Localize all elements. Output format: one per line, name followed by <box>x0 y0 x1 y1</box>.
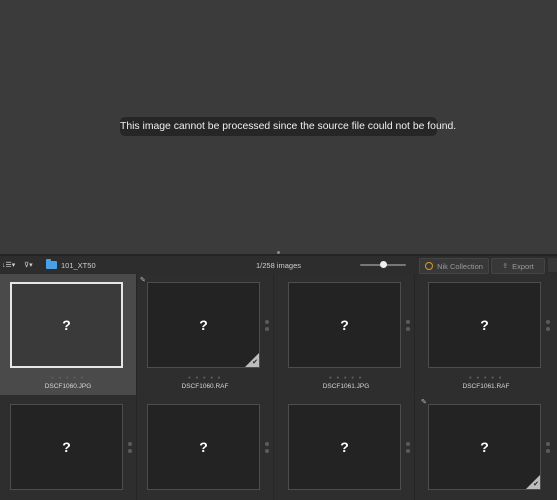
nik-collection-button[interactable]: Nik Collection <box>419 258 489 274</box>
drag-handle-icon[interactable] <box>406 320 410 334</box>
thumbnail-cell[interactable]: ? <box>137 396 274 500</box>
thumbnail-filename: DSCF1060.JPG <box>44 383 92 390</box>
drag-handle-icon[interactable] <box>546 442 550 456</box>
thumbnail-image[interactable]: ? <box>288 282 401 368</box>
divider-handle-icon[interactable] <box>277 251 280 254</box>
star-rating[interactable]: ● ● ● ● ● <box>137 375 273 381</box>
missing-image-icon: ? <box>340 317 349 333</box>
missing-source-message: This image cannot be processed since the… <box>120 117 456 136</box>
thumbnail-cell[interactable]: ✎ ? ✔ <box>418 396 557 500</box>
thumbnail-cell[interactable]: ? ● ● ● ● ● DSCF1061.RAF <box>418 274 557 395</box>
drag-handle-icon[interactable] <box>406 442 410 456</box>
star-rating[interactable]: ● ● ● ● ● <box>0 375 136 381</box>
missing-image-icon: ? <box>340 439 349 455</box>
thumbnail-image[interactable]: ? ✔ <box>147 282 260 368</box>
slider-knob[interactable] <box>379 261 387 268</box>
thumbnail-size-slider[interactable] <box>360 256 406 274</box>
star-rating[interactable]: ● ● ● ● ● <box>278 375 414 381</box>
missing-image-icon: ? <box>199 439 208 455</box>
thumbnail-image[interactable]: ? <box>10 282 123 368</box>
thumbnail-cell[interactable]: ? ● ● ● ● ● DSCF1061.JPG <box>278 274 415 395</box>
thumbnail-grid: ? ● ● ● ● ● DSCF1060.JPG ✎ ? ✔ ● ● ● ● ●… <box>0 274 557 500</box>
missing-image-icon: ? <box>62 317 71 333</box>
filmstrip-toolbar: ↓☰▾ ⊽▾ 101_XT50 1/258 images Nik Collect… <box>0 256 557 275</box>
thumbnail-filename: DSCF1060.RAF <box>181 383 229 390</box>
thumbnail-image[interactable]: ? <box>288 404 401 490</box>
thumbnail-image[interactable]: ? <box>10 404 123 490</box>
drag-handle-icon[interactable] <box>265 442 269 456</box>
nik-label: Nik Collection <box>437 261 483 271</box>
drag-handle-icon[interactable] <box>265 320 269 334</box>
missing-image-icon: ? <box>199 317 208 333</box>
export-button[interactable]: ⇪ Export <box>491 258 545 274</box>
thumbnail-image[interactable]: ? <box>147 404 260 490</box>
thumbnail-cell[interactable]: ✎ ? ✔ ● ● ● ● ● DSCF1060.RAF <box>137 274 274 395</box>
missing-image-icon: ? <box>480 317 489 333</box>
drag-handle-icon[interactable] <box>128 442 132 456</box>
checkmark-icon: ✔ <box>252 359 258 366</box>
missing-image-icon: ? <box>480 439 489 455</box>
export-icon: ⇪ <box>502 263 509 270</box>
thumbnail-image[interactable]: ? ✔ <box>428 404 541 490</box>
image-viewer: This image cannot be processed since the… <box>0 0 557 254</box>
drag-handle-icon[interactable] <box>546 320 550 334</box>
checkmark-icon: ✔ <box>533 481 539 488</box>
thumbnail-cell[interactable]: ? <box>278 396 415 500</box>
export-label: Export <box>512 261 534 271</box>
thumbnail-filename: DSCF1061.JPG <box>322 383 370 390</box>
thumbnail-cell[interactable]: ? ● ● ● ● ● DSCF1060.JPG <box>0 274 137 395</box>
edited-badge-icon: ✎ <box>421 399 427 406</box>
star-rating[interactable]: ● ● ● ● ● <box>418 375 554 381</box>
more-button[interactable] <box>548 258 557 272</box>
thumbnail-filename: DSCF1061.RAF <box>462 383 510 390</box>
nik-icon <box>425 262 434 270</box>
edited-badge-icon: ✎ <box>140 277 146 284</box>
thumbnail-image[interactable]: ? <box>428 282 541 368</box>
thumbnail-cell[interactable]: ? <box>0 396 137 500</box>
missing-image-icon: ? <box>62 439 71 455</box>
